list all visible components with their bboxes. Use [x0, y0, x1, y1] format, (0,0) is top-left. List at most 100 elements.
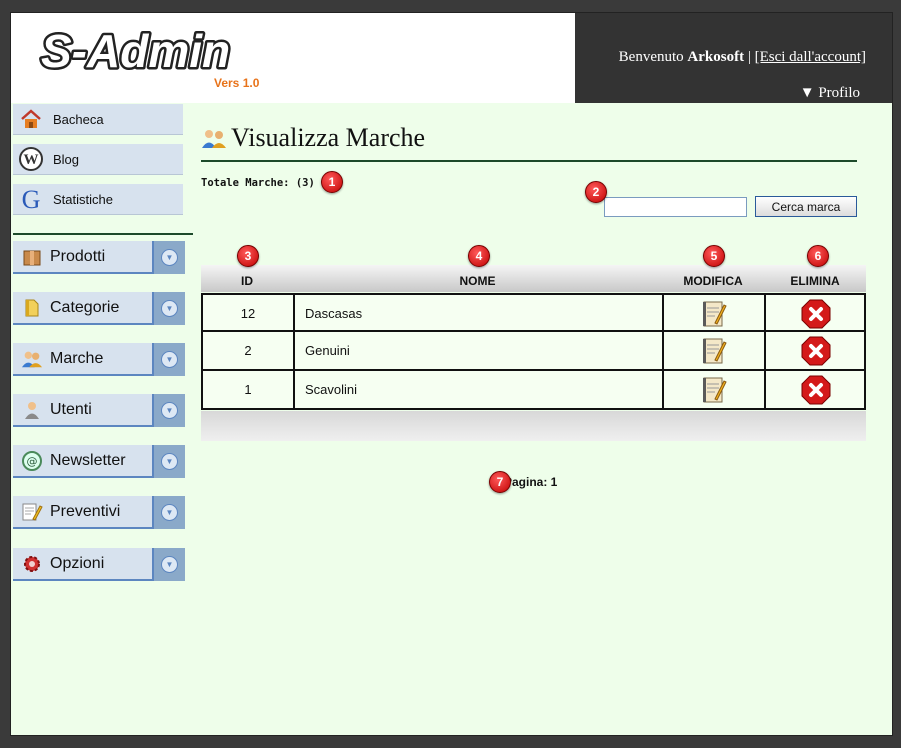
menu-label: Prodotti — [50, 248, 106, 265]
menu-label: Newsletter — [50, 452, 126, 469]
column-header-nome[interactable]: NOME — [293, 274, 662, 288]
menu-label: Opzioni — [50, 555, 105, 572]
total-count: Totale Marche: (3) — [201, 177, 315, 189]
header: S-Admin S-Admin Vers 1.0 Benvenuto Arkos… — [11, 13, 892, 103]
menu-label: Preventivi — [50, 503, 121, 520]
title-divider — [201, 160, 857, 162]
table-body: 12 Dascasas 2 Genuini 1 Scavolini — [201, 293, 866, 410]
cell-id: 12 — [203, 295, 295, 332]
svg-text:G: G — [22, 187, 41, 211]
sidebar-link-label: Statistiche — [53, 191, 113, 207]
annotation-badge: 2 — [585, 181, 607, 203]
menu-newsletter[interactable]: @ Newsletter ▼ — [13, 445, 185, 478]
annotation-badge: 4 — [468, 245, 490, 267]
table-row: 1 Scavolini — [201, 371, 866, 410]
annotation-badge: 3 — [237, 245, 259, 267]
app-window: S-Admin S-Admin Vers 1.0 Benvenuto Arkos… — [10, 12, 893, 736]
menu-underline — [13, 272, 153, 274]
menu-underline — [13, 374, 153, 376]
menu-underline — [13, 425, 153, 427]
menu-expand-button[interactable]: ▼ — [152, 241, 185, 274]
menu-underline — [13, 527, 153, 529]
menu-expand-button[interactable]: ▼ — [152, 496, 185, 529]
table-footer — [201, 411, 866, 441]
google-icon: G — [19, 187, 43, 211]
document-icon — [21, 501, 43, 523]
cell-nome: Dascasas — [295, 295, 664, 332]
menu-expand-button[interactable]: ▼ — [152, 343, 185, 376]
menu-expand-button[interactable]: ▼ — [152, 548, 185, 581]
edit-button[interactable] — [664, 332, 766, 369]
separator: | — [747, 49, 751, 65]
pagination: Pagina: 1 — [504, 475, 558, 489]
chevron-down-icon: ▼ — [161, 556, 178, 573]
cell-nome: Genuini — [295, 332, 664, 369]
annotation-badge: 1 — [321, 171, 343, 193]
annotation-badge: 5 — [703, 245, 725, 267]
delete-button[interactable] — [766, 295, 866, 332]
menu-utenti[interactable]: Utenti ▼ — [13, 394, 185, 427]
user-icon — [21, 399, 43, 421]
delete-button[interactable] — [766, 332, 866, 369]
menu-underline — [13, 579, 153, 581]
svg-text:@: @ — [27, 455, 38, 468]
username: Arkosoft — [687, 49, 745, 65]
menu-opzioni[interactable]: Opzioni ▼ — [13, 548, 185, 581]
cell-nome: Scavolini — [295, 371, 664, 408]
sidebar-divider — [13, 233, 193, 235]
edit-button[interactable] — [664, 371, 766, 408]
users-icon — [21, 348, 43, 370]
welcome-prefix: Benvenuto — [618, 49, 684, 65]
edit-icon — [703, 338, 727, 363]
menu-underline — [13, 476, 153, 478]
chevron-down-icon: ▼ — [161, 504, 178, 521]
delete-button[interactable] — [766, 371, 866, 408]
annotation-badge: 6 — [807, 245, 829, 267]
profile-menu[interactable]: ▼ Profilo — [800, 85, 860, 102]
chevron-down-icon: ▼ — [161, 249, 178, 266]
menu-expand-button[interactable]: ▼ — [152, 445, 185, 478]
page-title-text: Visualizza Marche — [231, 123, 426, 152]
search-button[interactable]: Cerca marca — [755, 196, 857, 217]
sidebar-link-bacheca[interactable]: Bacheca — [13, 104, 183, 135]
logo-text-fill: S-Admin — [41, 25, 230, 77]
chevron-down-icon: ▼ — [161, 300, 178, 317]
menu-label: Categorie — [50, 299, 120, 316]
sidebar-link-blog[interactable]: W Blog — [13, 144, 183, 175]
column-header-modifica: MODIFICA — [683, 274, 743, 288]
svg-text:W: W — [24, 152, 39, 168]
menu-categorie[interactable]: Categorie ▼ — [13, 292, 185, 325]
logo[interactable]: S-Admin S-Admin Vers 1.0 — [39, 23, 279, 93]
box-icon — [21, 246, 43, 268]
edit-icon — [703, 377, 727, 402]
delete-icon — [801, 299, 831, 328]
sidebar-link-statistiche[interactable]: G Statistiche — [13, 184, 183, 215]
logout-link[interactable]: [Esci dall'account] — [755, 49, 866, 65]
home-icon — [19, 107, 43, 131]
menu-prodotti[interactable]: Prodotti ▼ — [13, 241, 185, 274]
logo-version: Vers 1.0 — [214, 76, 260, 90]
menu-marche[interactable]: Marche ▼ — [13, 343, 185, 376]
cell-id: 1 — [203, 371, 295, 408]
sidebar-link-label: Blog — [53, 151, 80, 167]
page-title: Visualizza Marche — [201, 123, 425, 153]
wordpress-icon: W — [19, 147, 43, 171]
email-icon: @ — [21, 450, 43, 472]
cell-id: 2 — [203, 332, 295, 369]
table-header: ID NOME MODIFICA ELIMINA — [201, 265, 866, 292]
menu-label: Utenti — [50, 401, 92, 418]
search-input[interactable] — [604, 197, 747, 217]
user-bar: Benvenuto Arkosoft | [Esci dall'account]… — [575, 13, 892, 103]
menu-preventivi[interactable]: Preventivi ▼ — [13, 496, 185, 529]
edit-icon — [703, 301, 727, 326]
menu-underline — [13, 323, 153, 325]
edit-button[interactable] — [664, 295, 766, 332]
table-row: 2 Genuini — [201, 332, 866, 371]
menu-expand-button[interactable]: ▼ — [152, 394, 185, 427]
annotation-badge: 7 — [489, 471, 511, 493]
menu-expand-button[interactable]: ▼ — [152, 292, 185, 325]
table-row: 12 Dascasas — [201, 293, 866, 332]
column-header-id[interactable]: ID — [201, 274, 293, 288]
folder-icon — [21, 297, 43, 319]
users-icon — [202, 130, 226, 148]
